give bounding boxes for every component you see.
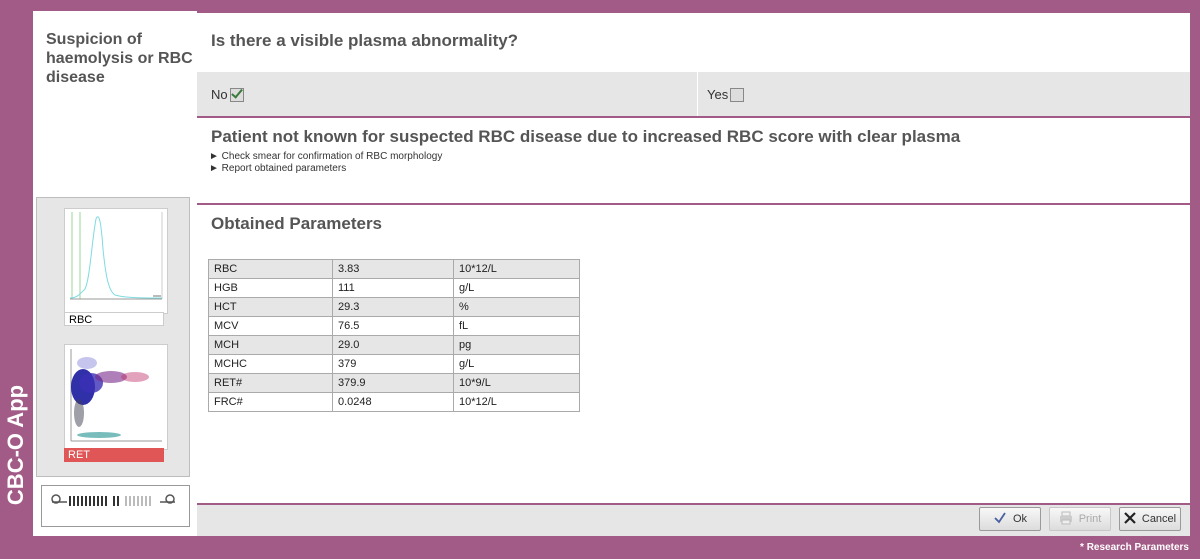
answer-no-label: No bbox=[211, 87, 228, 102]
param-name: MCV bbox=[208, 316, 333, 336]
ret-scattergram-chart bbox=[70, 349, 162, 442]
question-text: Is there a visible plasma abnormality? bbox=[211, 31, 519, 50]
param-unit: pg bbox=[453, 335, 580, 355]
thumbnail-panel: RBC RET bbox=[36, 197, 190, 477]
scroll-left-icon[interactable] bbox=[51, 494, 67, 504]
param-unit: 10*9/L bbox=[453, 373, 580, 393]
param-value: 379 bbox=[332, 354, 454, 374]
divider-result bbox=[197, 116, 1190, 118]
ok-button[interactable]: Ok bbox=[979, 507, 1041, 531]
param-name: RBC bbox=[208, 259, 333, 279]
param-name: HGB bbox=[208, 278, 333, 298]
param-value: 3.83 bbox=[332, 259, 454, 279]
footer-bar bbox=[197, 503, 1190, 536]
param-name: MCH bbox=[208, 335, 333, 355]
divider-params bbox=[197, 203, 1190, 205]
main-panel: Is there a visible plasma abnormality? N… bbox=[197, 11, 1190, 536]
sidebar-title: Suspicion of haemolysis or RBC disease bbox=[46, 31, 193, 86]
param-unit: 10*12/L bbox=[453, 392, 580, 412]
thumbnail-label-rbc: RBC bbox=[64, 312, 164, 326]
yes-checkbox[interactable] bbox=[730, 87, 745, 102]
param-unit: 10*12/L bbox=[453, 259, 580, 279]
result-title: Patient not known for suspected RBC dise… bbox=[211, 127, 961, 146]
result-action-item: ► Check smear for confirmation of RBC mo… bbox=[209, 151, 443, 162]
param-value: 379.9 bbox=[332, 373, 454, 393]
param-value: 29.0 bbox=[332, 335, 454, 355]
print-button[interactable]: Print bbox=[1049, 507, 1111, 531]
param-value: 0.0248 bbox=[332, 392, 454, 412]
table-row: FRC# 0.0248 10*12/L bbox=[208, 392, 580, 412]
param-unit: g/L bbox=[453, 354, 580, 374]
research-parameters-note: * Research Parameters bbox=[1080, 542, 1189, 553]
app-title-bar: CBC-O App bbox=[0, 0, 32, 559]
param-unit: % bbox=[453, 297, 580, 317]
table-row: MCV 76.5 fL bbox=[208, 316, 580, 336]
sidebar: Suspicion of haemolysis or RBC disease R… bbox=[33, 11, 197, 536]
param-name: RET# bbox=[208, 373, 333, 393]
answer-yes[interactable]: Yes bbox=[707, 87, 745, 102]
rbc-histogram-chart bbox=[69, 212, 163, 300]
table-row: MCH 29.0 pg bbox=[208, 335, 580, 355]
result-actions: ► Check smear for confirmation of RBC mo… bbox=[209, 151, 442, 175]
param-name: FRC# bbox=[208, 392, 333, 412]
check-icon bbox=[993, 511, 1007, 528]
table-row: RET# 379.9 10*9/L bbox=[208, 373, 580, 393]
scroller-track bbox=[51, 494, 175, 506]
param-name: MCHC bbox=[208, 354, 333, 374]
divider-footer bbox=[197, 503, 1190, 505]
parameters-table: RBC 3.83 10*12/L HGB 111 g/L HCT 29.3 % … bbox=[208, 259, 580, 412]
table-row: RBC 3.83 10*12/L bbox=[208, 259, 580, 279]
param-value: 111 bbox=[332, 278, 454, 298]
param-name: HCT bbox=[208, 297, 333, 317]
scroll-right-icon[interactable] bbox=[160, 494, 175, 504]
answer-separator bbox=[697, 72, 698, 116]
param-value: 29.3 bbox=[332, 297, 454, 317]
param-unit: fL bbox=[453, 316, 580, 336]
app-title: CBC-O App bbox=[3, 384, 28, 506]
printer-icon bbox=[1059, 511, 1073, 528]
answer-yes-label: Yes bbox=[707, 87, 729, 102]
param-value: 76.5 bbox=[332, 316, 454, 336]
parameters-title: Obtained Parameters bbox=[211, 214, 383, 233]
table-row: HCT 29.3 % bbox=[208, 297, 580, 317]
ok-label: Ok bbox=[1012, 513, 1028, 525]
close-icon bbox=[1124, 511, 1136, 527]
ret-scattergram-thumbnail[interactable] bbox=[64, 344, 168, 450]
rbc-histogram-thumbnail[interactable] bbox=[64, 208, 168, 314]
thumbnail-scroller[interactable] bbox=[41, 485, 190, 527]
table-row: HGB 111 g/L bbox=[208, 278, 580, 298]
cancel-button[interactable]: Cancel bbox=[1119, 507, 1181, 531]
no-checkbox[interactable] bbox=[229, 87, 244, 102]
param-unit: g/L bbox=[453, 278, 580, 298]
answer-row: No Yes bbox=[197, 72, 1190, 116]
print-label: Print bbox=[1078, 513, 1102, 525]
table-row: MCHC 379 g/L bbox=[208, 354, 580, 374]
divider-top bbox=[197, 11, 1190, 13]
cancel-label: Cancel bbox=[1141, 513, 1177, 525]
result-action-item: ► Report obtained parameters bbox=[209, 163, 347, 174]
thumbnail-label-ret: RET bbox=[64, 448, 164, 462]
answer-no[interactable]: No bbox=[211, 87, 244, 102]
